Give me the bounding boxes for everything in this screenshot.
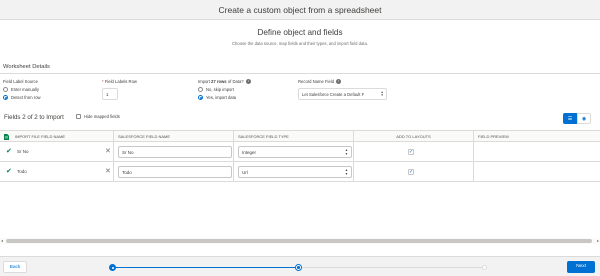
check-icon: ✔ [6, 148, 12, 155]
add-to-layouts-cell: ✓ [354, 162, 474, 182]
page-header: Define object and fields Choose the data… [0, 20, 600, 58]
required-mark: * [102, 79, 104, 84]
preview-view-button[interactable]: ◉ [577, 113, 591, 124]
radio-label: No, skip import [206, 87, 234, 92]
radio-indicator [3, 87, 8, 92]
import-label-prefix: Import [198, 79, 212, 84]
list-icon: ☰ [567, 115, 573, 122]
sf-name-cell: Sr No [114, 142, 234, 162]
page-title: Define object and fields [257, 28, 343, 37]
sf-field-type-select[interactable]: Integer ▲ ▼ [238, 146, 352, 158]
record-name-field-select[interactable]: Let Salesforce Create a Default F ▴ ▾ [298, 88, 387, 100]
import-field-name: Todo [17, 169, 27, 174]
close-icon[interactable]: ✕ [105, 167, 111, 175]
column-label: Import File Field Name [15, 134, 66, 139]
add-to-layouts-checkbox[interactable]: ✓ [408, 169, 414, 175]
wizard-footer: Back Next [0, 256, 600, 276]
check-icon: ✔ [6, 168, 12, 175]
back-button[interactable]: Back [3, 261, 27, 273]
import-label-suffix: of Data? [226, 79, 244, 84]
checkbox[interactable] [76, 114, 81, 119]
sf-name-cell: Todo [114, 162, 234, 182]
sf-type-cell: Integer ▲ ▼ [234, 142, 354, 162]
progress-step-1[interactable] [109, 264, 116, 271]
sf-field-name-input[interactable]: Sr No [118, 146, 232, 158]
spreadsheet-icon [4, 133, 9, 140]
up-down-caret-icon: ▴ ▾ [381, 90, 383, 97]
add-to-layouts-checkbox[interactable]: ✓ [408, 149, 414, 155]
fields-heading: Fields 2 of 2 to Import [4, 114, 64, 121]
radio-indicator-selected [198, 95, 203, 100]
field-labels-row-input[interactable]: 1 [102, 88, 118, 100]
table-header: Import File Field Name Salesforce Field … [0, 130, 600, 143]
progress-step-3[interactable] [482, 265, 487, 270]
radio-label: Yes, import data [206, 95, 237, 100]
section-divider [0, 73, 600, 74]
worksheet-card: Worksheet Details Field Label Source Ent… [0, 60, 600, 256]
window-title-bar: Create a custom object from a spreadshee… [0, 0, 600, 20]
scroll-left-icon[interactable]: ◂ [1, 238, 3, 244]
import-rows-label: Import 27 rows of Data? i [198, 79, 251, 85]
progress-fill [112, 267, 298, 268]
view-toggle-group: ☰ ◉ [563, 113, 591, 124]
import-name-cell: ✔ Sr No ✕ [0, 142, 114, 162]
add-to-layouts-cell: ✓ [354, 142, 474, 162]
close-icon[interactable]: ✕ [105, 147, 111, 155]
record-name-field-label: Record Name Field i [298, 79, 342, 85]
next-button[interactable]: Next [567, 261, 595, 273]
radio-label: Detect from row [11, 95, 41, 100]
hide-mapped-label: Hide mapped fields [84, 114, 120, 119]
radio-enter-manually[interactable]: Enter manually [3, 87, 39, 92]
radio-label: Enter manually [11, 87, 39, 92]
sf-field-name-input[interactable]: Todo [118, 166, 232, 178]
info-icon[interactable]: i [336, 79, 342, 85]
list-view-button[interactable]: ☰ [563, 113, 577, 124]
record-name-field-text: Record Name Field [298, 79, 335, 84]
field-label-source-label: Field Label Source [3, 79, 38, 84]
sf-field-type-value: Integer [242, 150, 257, 155]
field-labels-row-label: * Field Labels Row [102, 79, 137, 84]
up-down-caret-icon: ▲ ▼ [344, 148, 348, 156]
field-labels-row-text: Field Labels Row [104, 79, 137, 84]
hide-mapped-toggle[interactable]: Hide mapped fields [76, 114, 120, 119]
field-preview-cell [474, 142, 600, 162]
radio-detect-from-row[interactable]: Detect from row [3, 95, 41, 100]
record-name-field-value: Let Salesforce Create a Default F [302, 91, 365, 97]
sf-type-cell: Url ▲ ▼ [234, 162, 354, 182]
scroll-right-icon[interactable]: ▸ [597, 238, 599, 244]
import-field-name: Sr No [17, 149, 29, 154]
scroll-thumb[interactable] [6, 239, 592, 243]
horizontal-scrollbar[interactable]: ◂ ▸ [0, 238, 600, 244]
up-down-caret-icon: ▲ ▼ [344, 168, 348, 176]
info-icon[interactable]: i [245, 79, 251, 85]
table-row: ✔ Todo ✕ Todo Url ▲ ▼ ✓ [0, 162, 600, 182]
table-row: ✔ Sr No ✕ Sr No Integer ▲ ▼ ✓ [0, 142, 600, 162]
sf-field-type-select[interactable]: Url ▲ ▼ [238, 166, 352, 178]
field-preview-cell [474, 162, 600, 182]
radio-import-data[interactable]: Yes, import data [198, 95, 236, 100]
eye-icon: ◉ [581, 115, 587, 122]
import-name-cell: ✔ Todo ✕ [0, 162, 114, 182]
page-subtitle: Choose the data source, map fields and t… [232, 41, 368, 46]
sf-field-type-value: Url [242, 170, 248, 175]
radio-indicator-selected [3, 95, 8, 100]
radio-skip-import[interactable]: No, skip import [198, 87, 234, 92]
progress-step-2[interactable] [295, 264, 302, 271]
radio-indicator [198, 87, 203, 92]
window-title: Create a custom object from a spreadshee… [218, 4, 382, 15]
worksheet-section-title: Worksheet Details [3, 64, 50, 70]
import-row-count: 27 rows [211, 79, 227, 84]
